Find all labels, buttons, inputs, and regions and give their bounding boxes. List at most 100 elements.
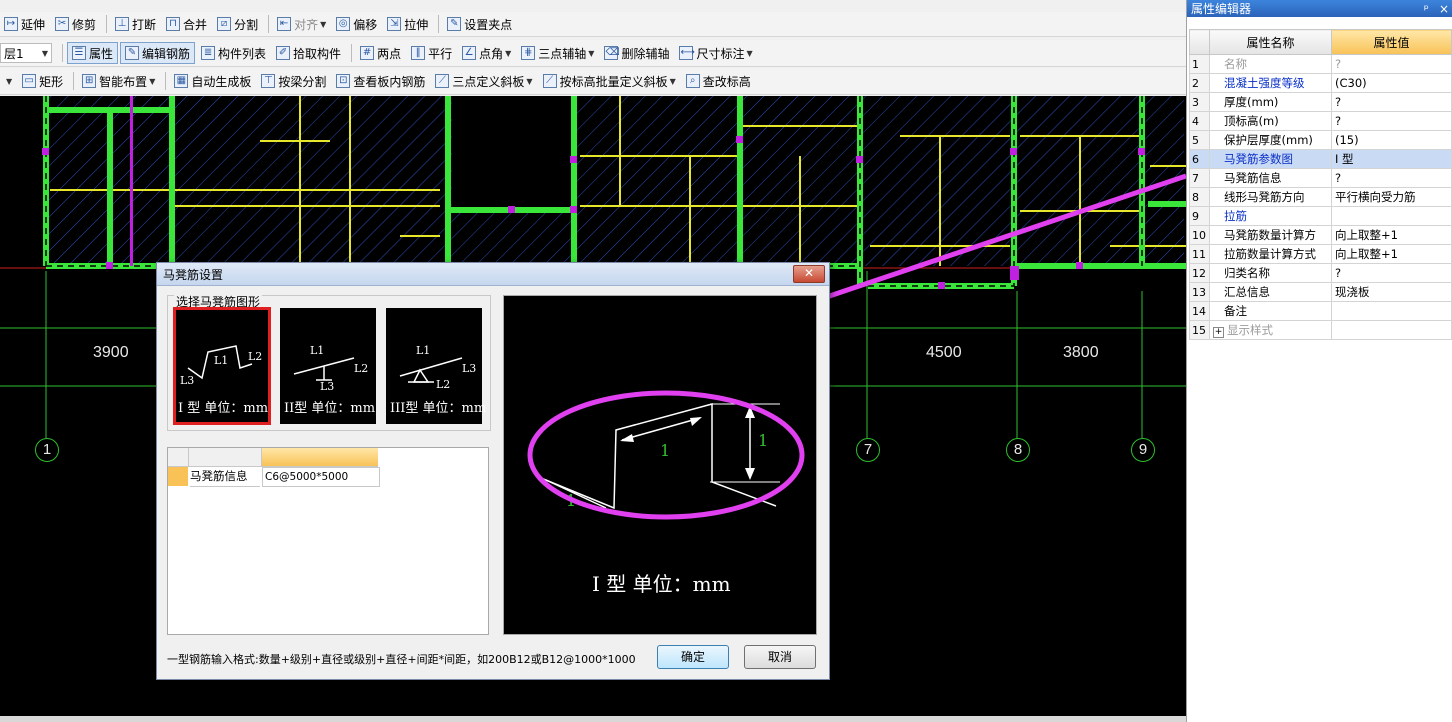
rectangle-icon: ▭ xyxy=(22,74,37,88)
property-row[interactable]: 5 保护层厚度(mm) (15) xyxy=(1189,130,1452,150)
smart-layout-button[interactable]: ⊞ 智能布置 ▼ xyxy=(78,70,159,92)
property-row[interactable]: 1 名称? xyxy=(1189,54,1452,74)
property-editor: 属性编辑器 ᵖ × 属性名称 属性值 1 名称? 2 混凝土强度等级 (C30) 3 厚度(… xyxy=(1186,0,1452,722)
property-row[interactable]: 15 + 显示样式 xyxy=(1189,320,1452,340)
close-button[interactable]: ✕ xyxy=(793,265,825,283)
pin-icon[interactable]: ᵖ xyxy=(1424,2,1429,16)
axis-number: 8 xyxy=(1006,438,1030,462)
property-editor-title: 属性编辑器 xyxy=(1191,2,1252,16)
property-value[interactable]: (C30) xyxy=(1331,73,1452,93)
property-row[interactable]: 4 顶标高(m)? xyxy=(1189,111,1452,131)
property-value[interactable]: 向上取整+1 xyxy=(1331,244,1452,264)
property-name: 马凳筋数量计算方 xyxy=(1209,225,1332,245)
property-value[interactable] xyxy=(1331,301,1452,321)
property-row[interactable]: 2 混凝土强度等级 (C30) xyxy=(1189,73,1452,93)
rectangle-button[interactable]: ▭ 矩形 xyxy=(18,70,67,92)
toolbar-separator xyxy=(268,15,270,33)
dimension-label: 4500 xyxy=(926,344,962,361)
edit-rebar-button[interactable]: ✎ 编辑钢筋 xyxy=(120,42,196,64)
component-list-button[interactable]: ≣ 构件列表 xyxy=(197,42,270,64)
shape-type-3[interactable]: L1 L3 L2 III型 单位：mm xyxy=(386,308,486,424)
toolbar-separator xyxy=(62,44,63,62)
close-icon[interactable]: × xyxy=(1439,2,1449,16)
dialog-titlebar[interactable]: 马凳筋设置 ✕ xyxy=(157,263,829,286)
property-row[interactable]: 7 马凳筋信息? xyxy=(1189,168,1452,188)
row-number: 3 xyxy=(1189,92,1210,112)
stirrup-info-input[interactable]: C6@5000*5000 xyxy=(262,467,380,487)
chevron-down-icon[interactable]: ▼ xyxy=(6,77,12,86)
property-value[interactable]: 平行横向受力筋 xyxy=(1331,187,1452,207)
property-value[interactable]: ? xyxy=(1331,263,1452,283)
property-value[interactable] xyxy=(1331,320,1452,340)
align-button[interactable]: ⇤ 对齐 ▼ xyxy=(273,13,330,35)
split-by-beam-button[interactable]: ⊤ 按梁分割 xyxy=(257,70,330,92)
set-grip-button[interactable]: ✎ 设置夹点 xyxy=(443,13,516,35)
property-row[interactable]: 11 拉筋数量计算方式 向上取整+1 xyxy=(1189,244,1452,264)
row-number: 15 xyxy=(1189,320,1210,340)
property-row[interactable]: 9 拉筋 xyxy=(1189,206,1452,226)
toolbar-separator xyxy=(73,72,75,90)
property-row[interactable]: 12 归类名称? xyxy=(1189,263,1452,283)
dimension-button[interactable]: ⟷ 尺寸标注 ▼ xyxy=(675,42,756,64)
smart-layout-icon: ⊞ xyxy=(82,74,97,88)
axis-number: 9 xyxy=(1131,438,1155,462)
property-row[interactable]: 3 厚度(mm)? xyxy=(1189,92,1452,112)
property-value[interactable]: I 型 xyxy=(1331,149,1452,169)
property-value[interactable]: ? xyxy=(1331,111,1452,131)
two-points-button[interactable]: # 两点 xyxy=(356,42,405,64)
eyedropper-icon: ✐ xyxy=(276,46,291,60)
view-slab-rebar-button[interactable]: ⊡ 查看板内钢筋 xyxy=(332,70,429,92)
pick-component-button[interactable]: ✐ 拾取构件 xyxy=(272,42,345,64)
check-elevation-button[interactable]: ⌕ 查改标高 xyxy=(682,70,755,92)
property-row[interactable]: 13 汇总信息 现浇板 xyxy=(1189,282,1452,302)
property-name: 马凳筋信息 xyxy=(1209,168,1332,188)
cancel-button[interactable]: 取消 xyxy=(744,645,816,669)
eraser-icon: ⌫ xyxy=(604,46,620,60)
property-value[interactable]: (15) xyxy=(1331,130,1452,150)
shape-label: L2 xyxy=(248,350,262,363)
batch-slope-icon: ⟋ xyxy=(542,74,557,88)
merge-icon: ⊓ xyxy=(166,17,181,31)
preview-dim: 1 xyxy=(758,431,768,450)
extend-button[interactable]: ↦ 延伸 xyxy=(0,13,49,35)
shape-type-1[interactable]: L1 L2 L3 I 型 单位：mm xyxy=(173,307,271,425)
shape-type-2[interactable]: L1 L2 L3 II型 单位：mm xyxy=(280,308,376,424)
three-point-axis-button[interactable]: ⋕ 三点辅轴 ▼ xyxy=(517,42,598,64)
property-value[interactable]: ? xyxy=(1331,92,1452,112)
property-value[interactable] xyxy=(1331,206,1452,226)
shape-caption: I 型 单位：mm xyxy=(178,401,269,416)
merge-button[interactable]: ⊓ 合并 xyxy=(162,13,211,35)
three-point-sloped-slab-button[interactable]: ⟋ 三点定义斜板 ▼ xyxy=(431,70,536,92)
axis-number: 7 xyxy=(856,438,880,462)
parallel-button[interactable]: ‖ 平行 xyxy=(407,42,456,64)
shape-label: L1 xyxy=(310,344,324,357)
layer-select[interactable]: 层1 ▼ xyxy=(0,43,52,63)
break-button[interactable]: ⊥ 打断 xyxy=(111,13,160,35)
property-value[interactable]: 现浇板 xyxy=(1331,282,1452,302)
row-number: 11 xyxy=(1189,244,1210,264)
property-name: 马凳筋参数图 xyxy=(1209,149,1332,169)
trim-button[interactable]: ✂ 修剪 xyxy=(51,13,100,35)
stretch-button[interactable]: ⇲ 拉伸 xyxy=(383,13,432,35)
property-row[interactable]: 6 马凳筋参数图 I 型 xyxy=(1189,149,1452,169)
delete-axis-button[interactable]: ⌫ 删除辅轴 xyxy=(600,42,673,64)
chevron-down-icon: ▼ xyxy=(746,48,753,58)
chevron-down-icon: ▼ xyxy=(669,76,676,86)
split-button[interactable]: ⧄ 分割 xyxy=(213,13,262,35)
auto-generate-slab-button[interactable]: ▦ 自动生成板 xyxy=(170,70,255,92)
extend-icon: ↦ xyxy=(4,17,18,31)
property-value[interactable]: ? xyxy=(1331,54,1452,74)
properties-button[interactable]: ☰ 属性 xyxy=(67,42,119,64)
expand-icon[interactable]: + xyxy=(1213,327,1224,338)
ok-button[interactable]: 确定 xyxy=(657,645,729,669)
point-angle-button[interactable]: ∠ 点角 ▼ xyxy=(458,42,515,64)
property-row[interactable]: 14 备注 xyxy=(1189,301,1452,321)
grid-row-label: 马凳筋信息 xyxy=(190,467,260,487)
property-name: 拉筋 xyxy=(1209,206,1332,226)
batch-sloped-slab-button[interactable]: ⟋ 按标高批量定义斜板 ▼ xyxy=(539,70,680,92)
property-value[interactable]: ? xyxy=(1331,168,1452,188)
property-row[interactable]: 8 线形马凳筋方向 平行横向受力筋 xyxy=(1189,187,1452,207)
property-row[interactable]: 10 马凳筋数量计算方 向上取整+1 xyxy=(1189,225,1452,245)
offset-button[interactable]: ◎ 偏移 xyxy=(332,13,381,35)
property-value[interactable]: 向上取整+1 xyxy=(1331,225,1452,245)
